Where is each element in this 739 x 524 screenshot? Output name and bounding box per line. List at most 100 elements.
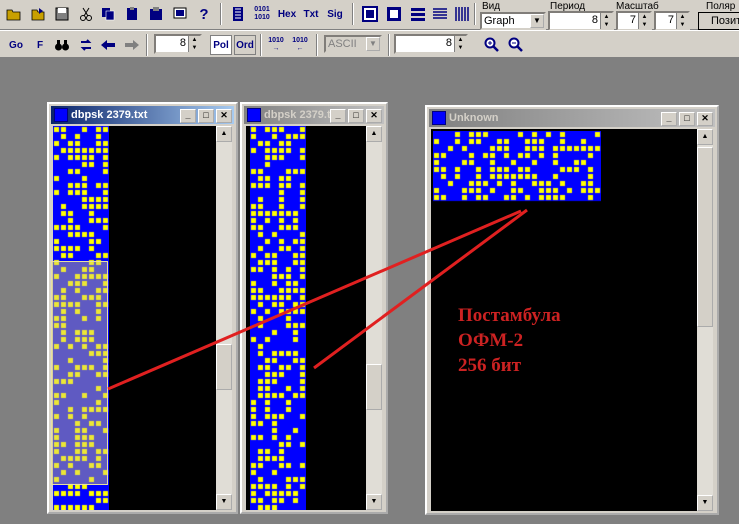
zoom-out-icon[interactable]: [506, 35, 526, 55]
txt-button[interactable]: Txt: [300, 4, 322, 24]
layout-frame-icon[interactable]: [384, 4, 404, 24]
window-titlebar[interactable]: dbpsk 2379.txt _ □ ✕: [51, 106, 234, 124]
step-spinner[interactable]: 8 ▲ ▼: [154, 34, 202, 54]
arrow-left-icon[interactable]: [98, 35, 118, 55]
bits-view-icon[interactable]: 0101 1010: [252, 4, 272, 24]
scale-x-value: 7: [629, 14, 636, 26]
sync-icon[interactable]: [76, 35, 96, 55]
maximize-icon[interactable]: □: [679, 112, 695, 126]
close-icon[interactable]: ✕: [216, 109, 232, 123]
window-titlebar[interactable]: dbpsk 2379.txt _ □ ✕: [244, 106, 384, 124]
encoding-value: ASCII: [328, 38, 357, 50]
cut-icon[interactable]: [76, 4, 96, 24]
layout-columns-icon[interactable]: [452, 4, 472, 24]
bits-shift-right-icon[interactable]: 1010 ←: [290, 35, 310, 55]
scroll-down-icon[interactable]: ▼: [366, 494, 382, 510]
polarity-button[interactable]: Позит: [698, 12, 739, 30]
clipboard-icon[interactable]: [146, 4, 166, 24]
minimize-icon[interactable]: _: [180, 109, 196, 123]
bit-window-2[interactable]: dbpsk 2379.txt _ □ ✕ ▲ ▼: [240, 102, 388, 514]
offset-spinner[interactable]: 8 ▲ ▼: [394, 34, 468, 54]
binoculars-icon[interactable]: [52, 35, 72, 55]
scroll-thumb[interactable]: [697, 147, 713, 327]
scroll-down-icon[interactable]: ▼: [697, 495, 713, 511]
toolbar-separator: [316, 34, 318, 56]
toolbar-separator: [352, 3, 354, 25]
scroll-thumb[interactable]: [366, 364, 382, 410]
copy-icon[interactable]: [98, 4, 118, 24]
toolbar-separator: [388, 34, 390, 56]
hex-button[interactable]: Hex: [276, 4, 298, 24]
spin-arrows-icon[interactable]: ▲ ▼: [188, 36, 200, 52]
bit-display[interactable]: [53, 126, 216, 510]
step-value: 8: [179, 37, 186, 49]
scroll-down-icon[interactable]: ▼: [216, 494, 232, 510]
scroll-up-icon[interactable]: ▲: [216, 126, 232, 142]
spin-arrows-icon[interactable]: ▲ ▼: [600, 13, 612, 29]
scroll-thumb[interactable]: [216, 344, 232, 390]
sig-button[interactable]: Sig: [324, 4, 346, 24]
chevron-down-icon[interactable]: ▼: [366, 37, 380, 51]
layout-list-icon[interactable]: [430, 4, 450, 24]
scroll-up-icon[interactable]: ▲: [366, 126, 382, 142]
close-icon[interactable]: ✕: [697, 112, 713, 126]
paste-icon[interactable]: [122, 4, 142, 24]
bit-window-1[interactable]: dbpsk 2379.txt _ □ ✕ ▲ ▼: [47, 102, 238, 514]
annotation-text: Постамбула ОФМ-2 256 бит: [458, 303, 561, 378]
pol-button[interactable]: Pol: [210, 35, 232, 55]
window-icon: [247, 108, 261, 122]
period-spinner[interactable]: 8 ▲ ▼: [548, 11, 614, 31]
maximize-icon[interactable]: □: [348, 109, 364, 123]
view-select-value: Graph: [484, 15, 515, 27]
vertical-scrollbar[interactable]: ▲ ▼: [697, 129, 713, 511]
help-icon[interactable]: ?: [194, 4, 214, 24]
reload-icon[interactable]: [28, 4, 48, 24]
layout-single-icon[interactable]: [360, 4, 380, 24]
bit-display[interactable]: [246, 126, 366, 510]
vertical-scrollbar[interactable]: ▲ ▼: [366, 126, 382, 510]
chevron-down-icon[interactable]: ▼: [530, 14, 544, 28]
scroll-up-icon[interactable]: ▲: [697, 129, 713, 145]
toolbar-separator: [260, 34, 262, 56]
window-title: dbpsk 2379.txt: [71, 109, 148, 121]
ord-button[interactable]: Ord: [234, 35, 256, 55]
offset-value: 8: [445, 37, 452, 49]
layout-rows-icon[interactable]: [408, 4, 428, 24]
toolbar-separator: [474, 3, 476, 25]
window-title: Unknown: [449, 112, 499, 124]
polarity-label: Поляр: [706, 1, 736, 12]
window-title: dbpsk 2379.txt: [264, 109, 332, 121]
vertical-scrollbar[interactable]: ▲ ▼: [216, 126, 232, 510]
view-select[interactable]: Graph ▼: [480, 12, 546, 30]
bit-grid: [250, 126, 306, 510]
annotation-line-3: 256 бит: [458, 355, 522, 376]
window-icon: [54, 108, 68, 122]
spin-arrows-icon[interactable]: ▲ ▼: [638, 13, 650, 29]
view-label: Вид: [482, 1, 501, 12]
close-icon[interactable]: ✕: [366, 109, 382, 123]
bits-shift-left-icon[interactable]: 1010 →: [266, 35, 286, 55]
spin-arrows-icon[interactable]: ▲ ▼: [676, 13, 688, 29]
screen-icon[interactable]: [170, 4, 190, 24]
open-icon[interactable]: [4, 4, 24, 24]
bit-grid: [53, 126, 109, 510]
scale-spinner-y[interactable]: 7 ▲ ▼: [654, 11, 690, 31]
bit-grid: [433, 131, 601, 211]
spin-arrows-icon[interactable]: ▲ ▼: [454, 36, 466, 52]
encoding-select[interactable]: ASCII ▼: [324, 35, 382, 53]
arrow-right-icon[interactable]: [122, 35, 142, 55]
secondary-toolbar: Go F 8 ▲ ▼ Pol Ord 1010 → 1010 ← ASCII ▼ 8 …: [0, 30, 739, 58]
zoom-in-icon[interactable]: [482, 35, 502, 55]
maximize-icon[interactable]: □: [198, 109, 214, 123]
find-button[interactable]: F: [30, 35, 50, 55]
window-titlebar[interactable]: Unknown _ □ ✕: [429, 109, 715, 127]
minimize-icon[interactable]: _: [661, 112, 677, 126]
minimize-icon[interactable]: _: [330, 109, 346, 123]
go-button[interactable]: Go: [6, 35, 26, 55]
scale-spinner-x[interactable]: 7 ▲ ▼: [616, 11, 652, 31]
scale-y-value: 7: [667, 14, 674, 26]
binary-view-icon[interactable]: [228, 4, 248, 24]
save-icon[interactable]: [52, 4, 72, 24]
annotation-line-2: ОФМ-2: [458, 330, 524, 351]
toolbar-separator: [146, 34, 148, 56]
